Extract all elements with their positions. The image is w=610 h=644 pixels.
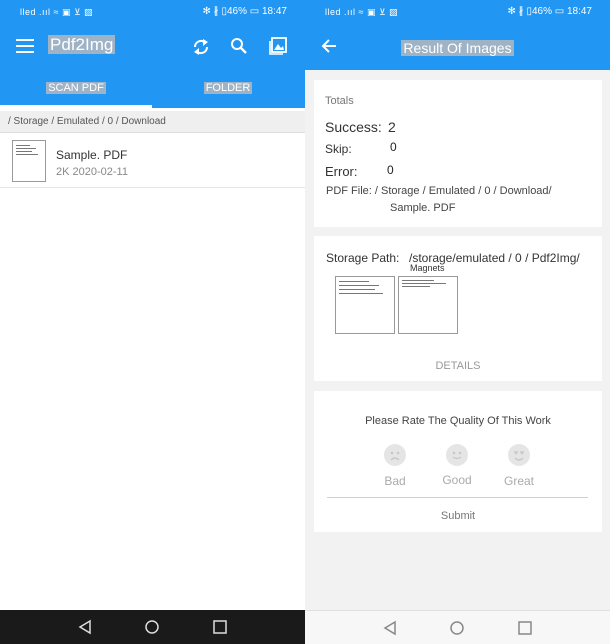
home-nav-icon[interactable] [144,619,160,635]
rating-card: Please Rate The Quality Of This Work Bad… [314,391,602,532]
menu-icon[interactable] [16,39,34,53]
back-nav-icon[interactable] [382,620,398,636]
status-signal-text: lled .ııl ≈ ▣ ⊻ ▨ [325,7,399,17]
tab-folder[interactable]: FOLDER [152,70,304,108]
heart-eyes-face-icon[interactable] [508,444,530,466]
result-image-thumb-1[interactable] [335,276,395,334]
recents-nav-icon[interactable] [517,620,533,636]
nav-bar [0,610,305,644]
status-signal-text: lled .ııl ≈ ▣ ⊻ ▨ [20,7,94,17]
pdf-thumbnail [12,140,46,182]
page-title: Result Of Images [401,40,514,56]
file-name: Sample. PDF [56,148,128,162]
pdf-file-name: Sample. PDF [390,202,456,214]
app-title: Pdf2Img [48,35,116,54]
storage-card: Storage Path: /storage/emulated / 0 / Pd… [314,236,602,381]
rating-good-label[interactable]: Good [427,473,487,487]
totals-card: Totals Success: 2 Skip: 0 Error: 0 PDF F… [314,80,602,227]
success-value: 2 [388,119,396,135]
rating-prompt: Please Rate The Quality Of This Work [365,415,551,427]
search-icon[interactable] [230,37,248,55]
storage-path-label: Storage Path: [326,251,400,265]
rating-great-label[interactable]: Great [489,474,549,488]
left-screen: lled .ııl ≈ ▣ ⊻ ▨ ✻ ∦ ▯46% ▭ 18:47 Pdf2I… [0,0,305,644]
status-bar: lled .ııl ≈ ▣ ⊻ ▨ ✻ ∦ ▯46% ▭ 18:47 [0,0,305,24]
error-value: 0 [387,163,394,177]
back-nav-icon[interactable] [77,619,93,635]
file-list-item[interactable]: Sample. PDF 2K 2020-02-11 [0,133,305,188]
recents-nav-icon[interactable] [212,619,228,635]
submit-button[interactable]: Submit [314,510,602,522]
pdf-file-path: PDF File: / Storage / Emulated / 0 / Dow… [326,185,552,197]
status-bar: lled .ııl ≈ ▣ ⊻ ▨ ✻ ∦ ▯46% ▭ 18:47 [305,0,610,24]
neutral-face-icon[interactable] [446,444,468,466]
success-label: Success: [325,119,382,135]
tab-bar: SCAN PDF FOLDER [0,70,305,108]
storage-subfolder: Magnets [410,263,445,273]
error-label: Error: [325,164,358,179]
status-time-battery: ✻ ∦ ▯46% ▭ 18:47 [202,6,287,17]
app-bar: Result Of Images [305,24,610,70]
skip-label: Skip: [325,142,352,156]
details-button[interactable]: DETAILS [314,360,602,372]
totals-heading: Totals [325,95,354,107]
sad-face-icon[interactable] [384,444,406,466]
app-bar: Pdf2Img [0,24,305,70]
path-breadcrumb: / Storage / Emulated / 0 / Download [0,111,305,133]
tab-scan-pdf[interactable]: SCAN PDF [0,70,152,108]
rating-bad-label[interactable]: Bad [365,474,425,488]
refresh-icon[interactable] [192,37,210,57]
skip-value: 0 [390,140,397,154]
tab-indicator [0,105,152,108]
divider [327,497,588,498]
home-nav-icon[interactable] [449,620,465,636]
status-time-battery: ✻ ∦ ▯46% ▭ 18:47 [507,6,592,17]
result-image-thumb-2[interactable] [398,276,458,334]
gallery-icon[interactable] [269,37,287,55]
file-meta: 2K 2020-02-11 [56,166,128,178]
nav-bar-right [305,610,610,644]
